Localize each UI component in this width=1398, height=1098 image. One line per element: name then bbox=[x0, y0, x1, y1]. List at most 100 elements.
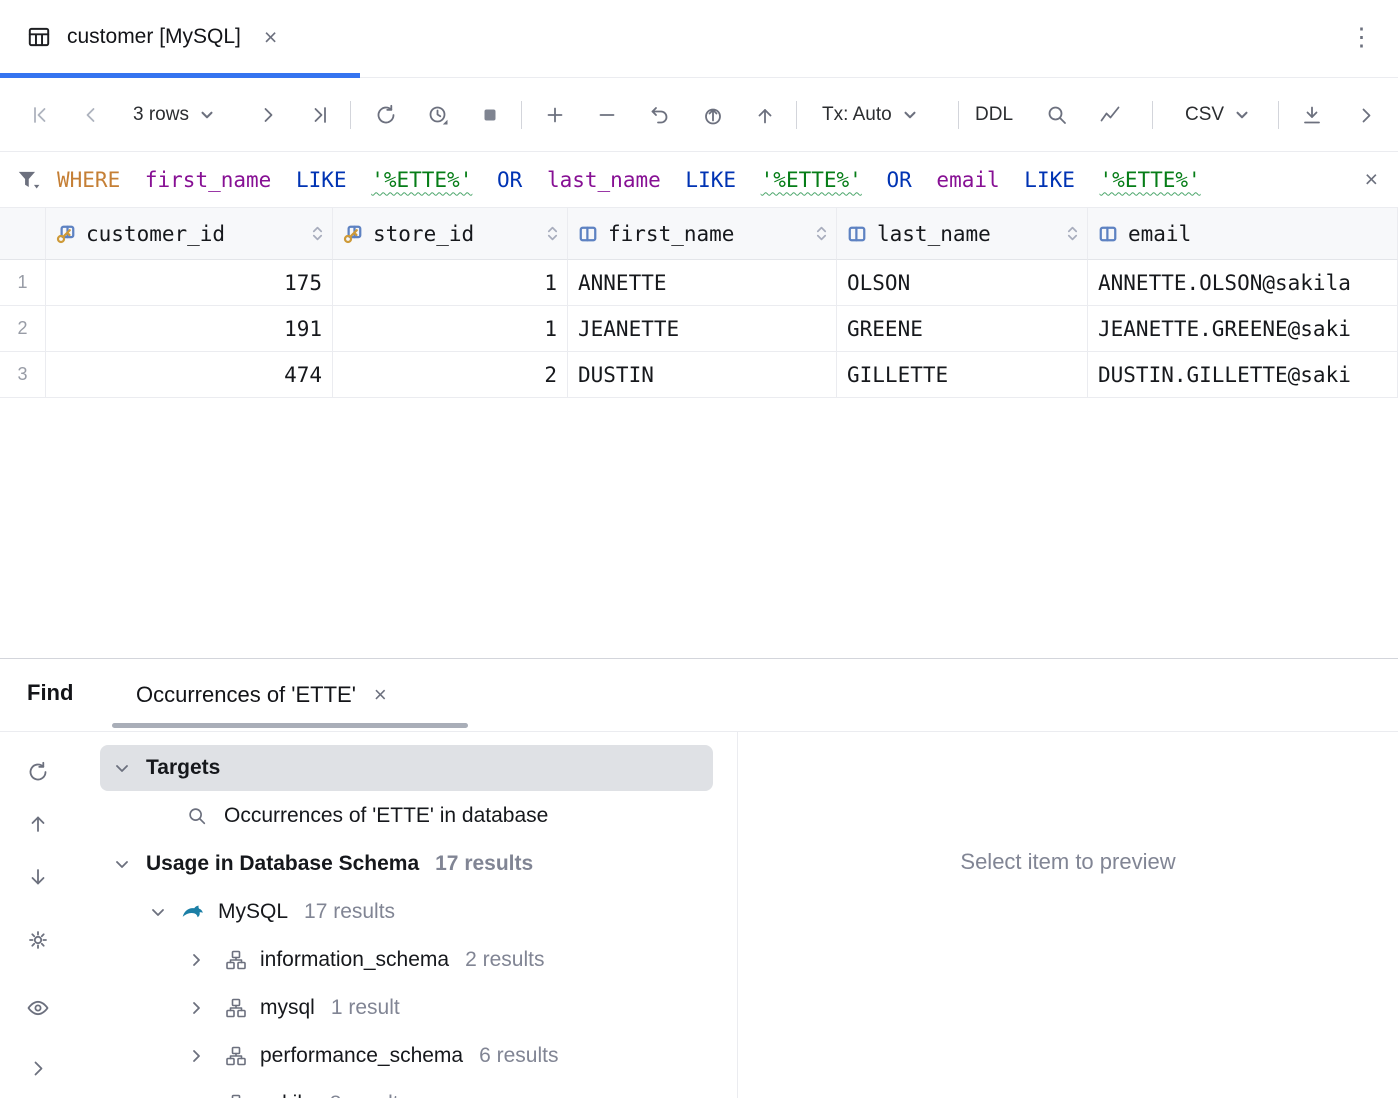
chevron-down-icon[interactable] bbox=[148, 902, 168, 922]
cell-store-id[interactable]: 1 bbox=[333, 260, 568, 306]
delete-row-button[interactable] bbox=[589, 97, 625, 133]
refresh-button[interactable] bbox=[368, 97, 404, 133]
row-number[interactable]: 3 bbox=[0, 352, 46, 398]
cell-last-name[interactable]: OLSON bbox=[837, 260, 1088, 306]
cell-store-id[interactable]: 1 bbox=[333, 306, 568, 352]
tree-row-schema[interactable]: performance_schema 6 results bbox=[78, 1032, 737, 1080]
tree-node-count: 2 results bbox=[465, 948, 544, 972]
rerun-search-button[interactable] bbox=[26, 760, 50, 784]
chevron-right-icon[interactable] bbox=[186, 998, 206, 1018]
cell-customer-id[interactable]: 175 bbox=[46, 260, 333, 306]
column-header-last-name[interactable]: last_name bbox=[837, 208, 1088, 260]
tree-row-usage-group[interactable]: Usage in Database Schema 17 results bbox=[78, 840, 737, 888]
chevron-right-icon[interactable] bbox=[186, 1094, 206, 1098]
tab-customer-mysql[interactable]: customer [MySQL] × bbox=[14, 0, 289, 74]
preview-splitter[interactable] bbox=[737, 732, 738, 1098]
tree-row-mysql-dialect[interactable]: MySQL 17 results bbox=[78, 888, 737, 936]
toolbar-separator bbox=[958, 101, 959, 129]
cell-first-name[interactable]: JEANETTE bbox=[568, 306, 837, 352]
column-header-email[interactable]: email bbox=[1088, 208, 1398, 260]
sort-icon[interactable] bbox=[815, 225, 828, 242]
sql-token-where: WHERE bbox=[57, 168, 120, 192]
cell-first-name[interactable]: ANNETTE bbox=[568, 260, 837, 306]
revert-button[interactable] bbox=[642, 97, 678, 133]
find-tool-window-title[interactable]: Find bbox=[27, 680, 73, 706]
push-button[interactable] bbox=[747, 97, 783, 133]
more-toolbar-chevron[interactable] bbox=[1348, 97, 1384, 133]
sql-token-string: '%ETTE%' bbox=[761, 168, 862, 192]
cell-first-name[interactable]: DUSTIN bbox=[568, 352, 837, 398]
editor-tab-bar: customer [MySQL] × ⋮ bbox=[0, 0, 1398, 78]
find-tab-close-icon[interactable]: × bbox=[374, 684, 387, 706]
where-filter-input[interactable]: WHERE first_name LIKE '%ETTE%' OR last_n… bbox=[57, 168, 1365, 192]
stop-button[interactable] bbox=[472, 97, 508, 133]
cell-last-name[interactable]: GREENE bbox=[837, 306, 1088, 352]
add-row-button[interactable] bbox=[537, 97, 573, 133]
tree-row-schema[interactable]: information_schema 2 results bbox=[78, 936, 737, 984]
tree-row-target-item[interactable]: Occurrences of 'ETTE' in database bbox=[78, 792, 737, 840]
cell-email[interactable]: ANNETTE.OLSON@sakila bbox=[1088, 260, 1398, 306]
expand-toolbar-chevron[interactable] bbox=[26, 1056, 50, 1080]
more-options-icon[interactable]: ⋮ bbox=[1349, 25, 1374, 50]
tree-node-label: information_schema bbox=[260, 948, 449, 972]
find-tab-occurrences[interactable]: Occurrences of 'ETTE' × bbox=[136, 659, 387, 731]
selected-row-highlight: Targets bbox=[100, 745, 713, 791]
tree-row-schema[interactable]: mysql 1 result bbox=[78, 984, 737, 1032]
page-size-dropdown[interactable]: 3 rows bbox=[133, 97, 216, 133]
cell-last-name[interactable]: GILLETTE bbox=[837, 352, 1088, 398]
gear-icon[interactable] bbox=[26, 928, 50, 952]
tree-node-count: 8 results bbox=[330, 1092, 409, 1098]
previous-page-button[interactable] bbox=[73, 97, 109, 133]
chevron-right-icon[interactable] bbox=[186, 1046, 206, 1066]
next-page-button[interactable] bbox=[250, 97, 286, 133]
cell-customer-id[interactable]: 474 bbox=[46, 352, 333, 398]
schedule-refresh-button[interactable] bbox=[420, 97, 456, 133]
download-button[interactable] bbox=[1294, 97, 1330, 133]
toolbar-separator bbox=[1152, 101, 1153, 129]
ddl-button[interactable]: DDL bbox=[975, 97, 1013, 133]
filter-icon[interactable] bbox=[15, 167, 41, 193]
toolbar-separator bbox=[350, 101, 351, 129]
tree-row-targets[interactable]: Targets bbox=[78, 744, 737, 792]
find-tab-indicator bbox=[112, 723, 468, 728]
chevron-right-icon[interactable] bbox=[186, 950, 206, 970]
sort-icon[interactable] bbox=[311, 225, 324, 242]
tree-row-schema[interactable]: sakila 8 results bbox=[78, 1080, 737, 1098]
column-icon bbox=[847, 224, 867, 244]
transaction-mode-dropdown[interactable]: Tx: Auto bbox=[822, 97, 919, 133]
first-page-button[interactable] bbox=[22, 97, 58, 133]
tree-item-label: Occurrences of 'ETTE' in database bbox=[224, 804, 548, 828]
export-format-dropdown[interactable]: CSV bbox=[1185, 97, 1251, 133]
previous-occurrence-button[interactable] bbox=[26, 812, 50, 836]
column-icon bbox=[578, 224, 598, 244]
sql-token-string: '%ETTE%' bbox=[371, 168, 472, 192]
column-name: customer_id bbox=[86, 222, 225, 246]
cell-email[interactable]: DUSTIN.GILLETTE@saki bbox=[1088, 352, 1398, 398]
row-number[interactable]: 1 bbox=[0, 260, 46, 306]
chevron-down-icon[interactable] bbox=[112, 854, 132, 874]
submit-button[interactable] bbox=[695, 97, 731, 133]
preview-eye-icon[interactable] bbox=[26, 996, 50, 1020]
export-format-label: CSV bbox=[1185, 104, 1224, 126]
tab-close-icon[interactable]: × bbox=[264, 26, 277, 49]
last-page-button[interactable] bbox=[302, 97, 338, 133]
cell-email[interactable]: JEANETTE.GREENE@saki bbox=[1088, 306, 1398, 352]
cell-store-id[interactable]: 2 bbox=[333, 352, 568, 398]
sort-icon[interactable] bbox=[546, 225, 559, 242]
sql-token-column: last_name bbox=[547, 168, 661, 192]
grid-corner[interactable] bbox=[0, 208, 46, 260]
next-occurrence-button[interactable] bbox=[26, 865, 50, 889]
column-header-first-name[interactable]: first_name bbox=[568, 208, 837, 260]
cell-customer-id[interactable]: 191 bbox=[46, 306, 333, 352]
column-header-customer-id[interactable]: customer_id bbox=[46, 208, 333, 260]
column-header-store-id[interactable]: store_id bbox=[333, 208, 568, 260]
row-number[interactable]: 2 bbox=[0, 306, 46, 352]
chevron-down-icon[interactable] bbox=[112, 758, 132, 778]
filter-close-icon[interactable]: × bbox=[1365, 168, 1378, 191]
chart-button[interactable] bbox=[1092, 97, 1128, 133]
column-icon bbox=[1098, 224, 1118, 244]
sql-token-column: email bbox=[936, 168, 999, 192]
column-name: first_name bbox=[608, 222, 734, 246]
search-button[interactable] bbox=[1039, 97, 1075, 133]
sort-icon[interactable] bbox=[1066, 225, 1079, 242]
